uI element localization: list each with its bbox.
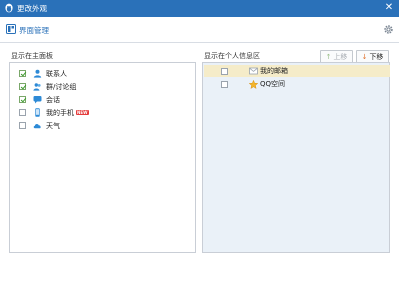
list-item-qzone[interactable]: QQ空间	[204, 78, 390, 90]
checkbox[interactable]	[221, 67, 228, 75]
checkbox[interactable]	[19, 70, 26, 77]
main-panel-list: 联系人 群/讨论组 会话 我的手机 NEW 天气	[9, 62, 196, 253]
checkbox[interactable]	[221, 80, 228, 88]
window-title: 更改外观	[17, 4, 47, 13]
list-item-sessions[interactable]: 会话	[19, 93, 60, 106]
list-item-contacts[interactable]: 联系人	[19, 67, 67, 80]
interface-manager-tab[interactable]: 界面管理	[19, 25, 49, 36]
gear-icon[interactable]	[383, 24, 394, 35]
list-item-my-mailbox[interactable]: 我的邮箱	[204, 65, 390, 77]
personal-info-heading: 显示在个人信息区	[204, 52, 260, 60]
list-item-label: 我的邮箱	[260, 67, 288, 75]
title-bar: 更改外观 ✕	[0, 0, 399, 17]
group-icon	[33, 82, 42, 91]
qzone-star-icon	[249, 79, 258, 89]
move-up-label: 上移	[333, 52, 348, 61]
checkbox[interactable]	[19, 122, 26, 129]
list-item-label: 天气	[46, 121, 60, 130]
arrow-down-icon: ↓	[361, 52, 368, 61]
arrow-up-icon: ↑	[325, 52, 332, 61]
mail-icon	[249, 67, 258, 76]
checkbox[interactable]	[19, 83, 26, 90]
main-panel-heading: 显示在主面板	[11, 52, 53, 60]
list-item-my-phone[interactable]: 我的手机 NEW	[19, 106, 89, 119]
chat-icon	[33, 95, 42, 104]
checkbox[interactable]	[19, 109, 26, 116]
list-item-label: 会话	[46, 95, 60, 104]
phone-icon	[33, 108, 42, 117]
personal-info-list: 我的邮箱 QQ空间	[202, 62, 390, 253]
weather-icon	[33, 121, 42, 130]
close-icon[interactable]: ✕	[383, 2, 395, 14]
list-item-groups[interactable]: 群/讨论组	[19, 80, 76, 93]
list-item-label: QQ空间	[260, 80, 286, 88]
list-item-label: 群/讨论组	[46, 82, 77, 91]
contact-icon	[33, 69, 42, 78]
interface-manager-icon	[6, 24, 16, 34]
list-item-label: 我的手机	[46, 108, 74, 117]
toolbar: 界面管理	[0, 17, 399, 43]
list-item-label: 联系人	[46, 69, 67, 78]
move-down-label: 下移	[369, 52, 384, 61]
list-item-weather[interactable]: 天气	[19, 119, 60, 132]
qq-penguin-icon	[3, 3, 14, 14]
checkbox[interactable]	[19, 96, 26, 103]
new-badge: NEW	[76, 110, 89, 115]
